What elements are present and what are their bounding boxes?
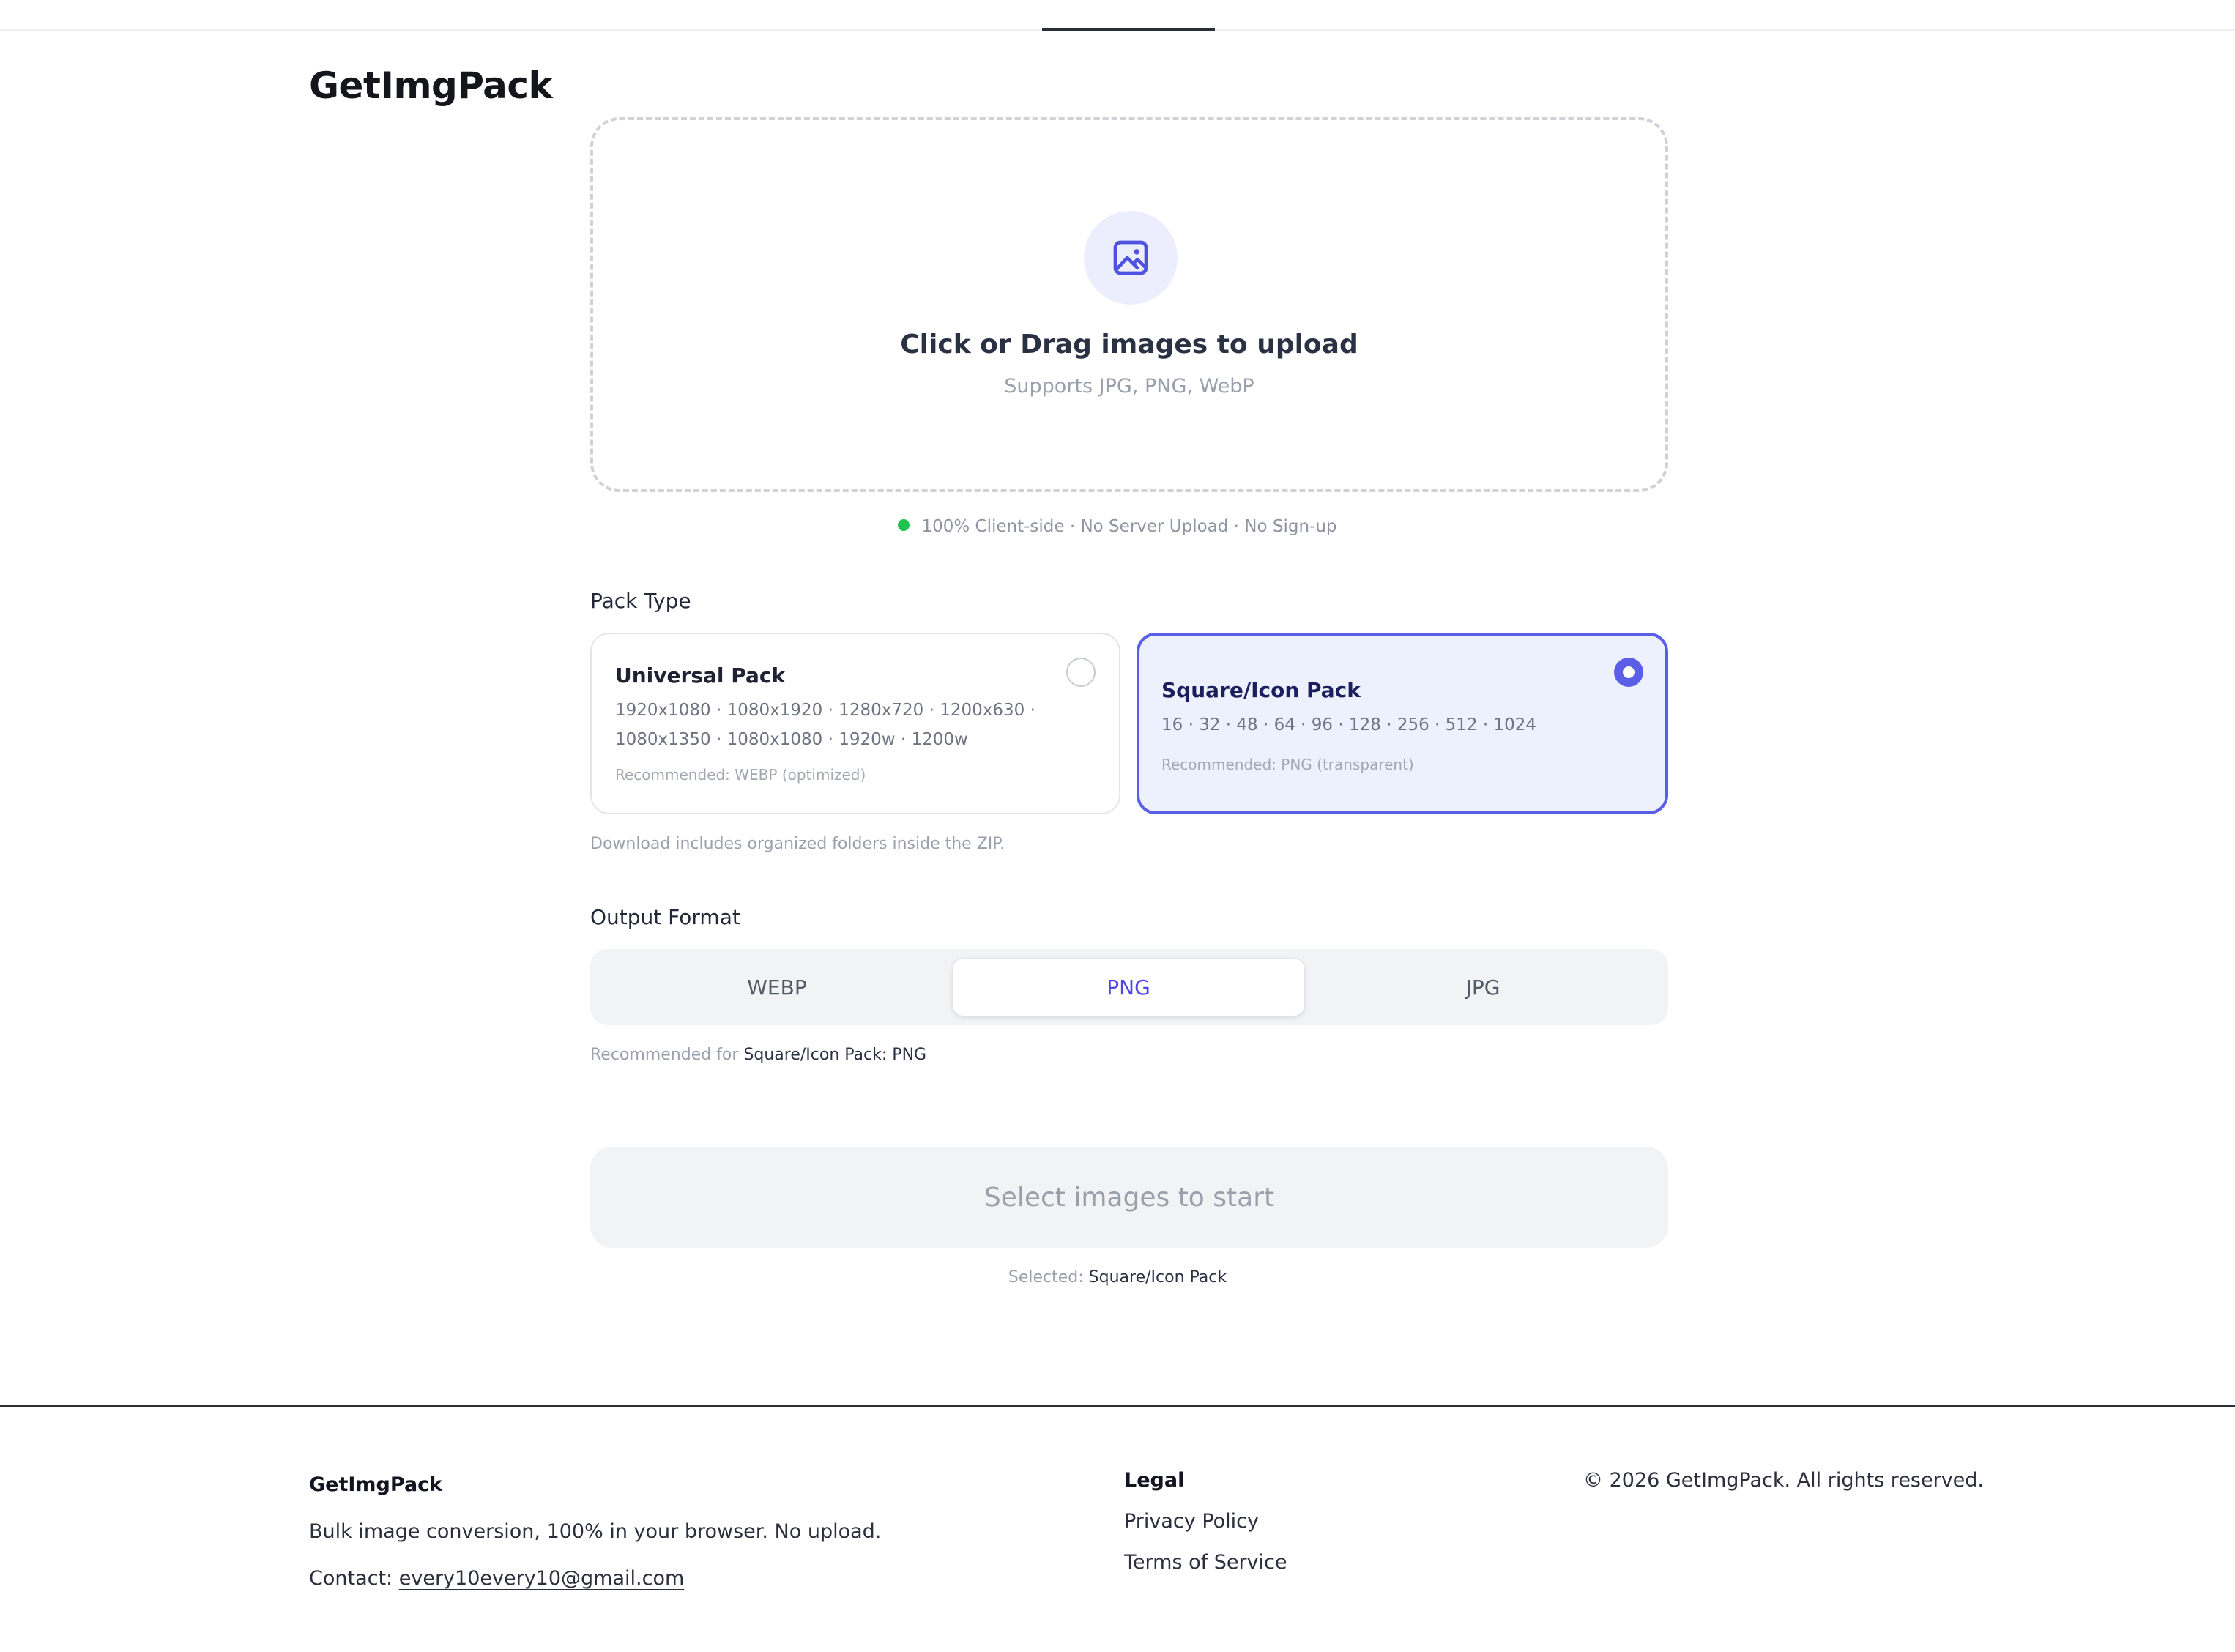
format-option-jpg[interactable]: JPG [1306, 958, 1659, 1016]
top-bar [0, 0, 2235, 31]
format-option-png[interactable]: PNG [952, 958, 1305, 1016]
pack-sizes-line: 1920x1080 · 1080x1920 · 1280x720 · 1200x… [615, 701, 1035, 720]
start-button[interactable]: Select images to start [590, 1147, 1668, 1248]
footer-contact-label: Contact: [309, 1567, 393, 1590]
image-icon [1113, 240, 1148, 275]
selected-status: Selected: Square/Icon Pack [0, 1268, 2235, 1287]
privacy-note: 100% Client-side · No Server Upload · No… [0, 517, 2235, 536]
footer-contact-email[interactable]: every10every10@gmail.com [399, 1567, 685, 1590]
upload-title: Click or Drag images to upload [900, 330, 1358, 360]
format-option-webp[interactable]: WEBP [600, 958, 953, 1016]
brand-logo[interactable]: GetImgPack [309, 64, 553, 107]
pack-recommendation: Recommended: PNG (transparent) [1161, 756, 1414, 773]
upload-icon-badge [1084, 211, 1178, 305]
zip-note: Download includes organized folders insi… [590, 835, 1005, 853]
footer-legal-heading: Legal [1124, 1469, 1185, 1492]
upload-supported-formats: Supports JPG, PNG, WebP [1004, 375, 1254, 398]
selected-status-prefix: Selected: [1008, 1268, 1084, 1287]
selected-status-value: Square/Icon Pack [1088, 1268, 1227, 1287]
pack-title: Universal Pack [615, 663, 786, 688]
footer-contact: Contact: every10every10@gmail.com [309, 1567, 684, 1590]
footer-divider [0, 1405, 2235, 1407]
radio-universal[interactable] [1066, 658, 1096, 687]
active-tab-indicator [1042, 28, 1215, 31]
privacy-policy-link[interactable]: Privacy Policy [1124, 1510, 1259, 1533]
format-recommendation: Recommended for Square/Icon Pack: PNG [590, 1046, 926, 1064]
format-recommendation-prefix: Recommended for [590, 1046, 739, 1064]
pack-option-square-icon[interactable]: Square/Icon Pack 16 · 32 · 48 · 64 · 96 … [1137, 633, 1668, 814]
format-recommendation-pack: Square/Icon Pack [743, 1046, 882, 1064]
footer-copyright: © 2026 GetImgPack. All rights reserved. [1583, 1469, 1985, 1492]
output-format-segmented-control: WEBP PNG JPG [590, 949, 1668, 1025]
pack-sizes-line: 1080x1350 · 1080x1080 · 1920w · 1200w [615, 730, 968, 749]
status-dot-icon [898, 519, 910, 531]
radio-square-icon[interactable] [1614, 658, 1643, 687]
pack-type-label: Pack Type [590, 589, 691, 613]
privacy-note-text: 100% Client-side · No Server Upload · No… [921, 517, 1337, 536]
pack-recommendation: Recommended: WEBP (optimized) [615, 766, 866, 784]
page: GetImgPack Click or Drag images to uploa… [0, 0, 2235, 1652]
pack-title: Square/Icon Pack [1161, 678, 1361, 702]
output-format-label: Output Format [590, 905, 740, 929]
footer-tagline: Bulk image conversion, 100% in your brow… [309, 1520, 882, 1543]
format-recommendation-value: : PNG [881, 1046, 927, 1064]
pack-option-universal[interactable]: Universal Pack 1920x1080 · 1080x1920 · 1… [590, 633, 1120, 814]
upload-dropzone[interactable]: Click or Drag images to upload Supports … [590, 117, 1668, 492]
pack-sizes: 16 · 32 · 48 · 64 · 96 · 128 · 256 · 512… [1161, 715, 1537, 734]
footer-brand: GetImgPack [309, 1473, 443, 1496]
terms-of-service-link[interactable]: Terms of Service [1124, 1551, 1287, 1574]
pack-sizes: 1920x1080 · 1080x1920 · 1280x720 · 1200x… [615, 696, 1035, 754]
